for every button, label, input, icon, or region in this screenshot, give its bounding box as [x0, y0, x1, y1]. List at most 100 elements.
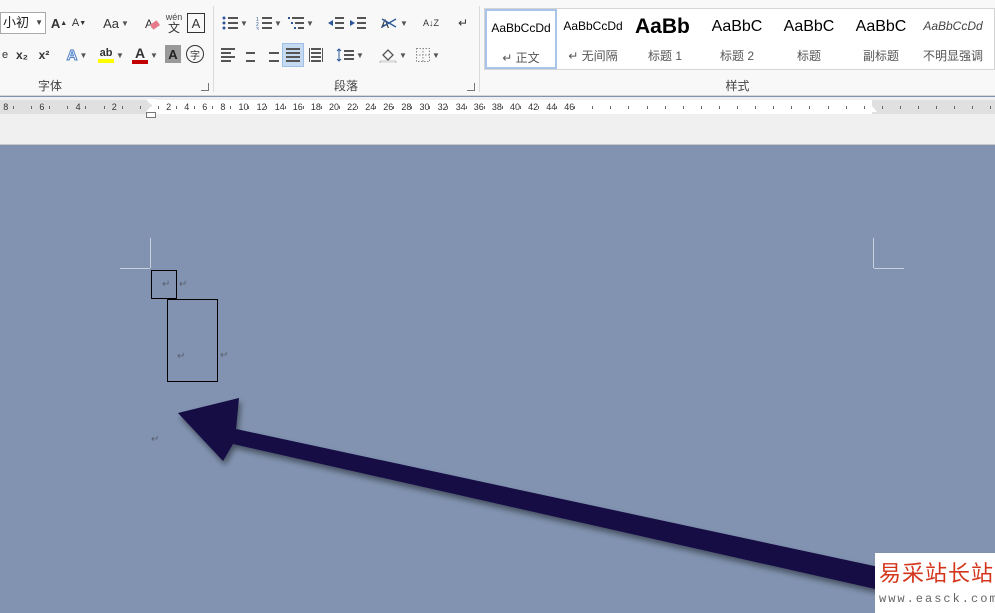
font-size-combobox[interactable]: 小初 ▼	[0, 12, 46, 34]
ruler-number: 6	[202, 102, 208, 112]
ruler-tick	[321, 106, 322, 109]
font-color-letter: A	[134, 45, 146, 61]
horizontal-ruler[interactable]: 8 6 4 2 2 4 6 8 10 12 14 16 18 20 22 24 26 28 30 32 34 36 38 40…	[0, 97, 995, 145]
align-left-button[interactable]	[218, 44, 238, 66]
paint-bucket-icon	[379, 49, 397, 63]
highlighter-icon: ab	[98, 47, 115, 63]
enclose-characters-icon: 字	[190, 50, 200, 62]
ruler-number: 18	[310, 102, 321, 112]
subscript-button[interactable]: x₂	[12, 44, 32, 66]
ruler-tick	[303, 106, 304, 109]
ruler-number: 4	[184, 102, 190, 112]
strikethrough-button[interactable]: e	[0, 44, 10, 66]
character-border-button[interactable]: A	[187, 13, 205, 33]
superscript-button[interactable]: x²	[34, 44, 54, 66]
grow-font-button[interactable]: A ▲	[50, 12, 68, 34]
ruler-tick	[31, 106, 32, 109]
ruler-tick	[864, 106, 865, 109]
left-indent-marker[interactable]	[146, 112, 156, 118]
ruler-number: 16	[292, 102, 303, 112]
font-group: 小初 ▼ A ▲ A ▼ Aa ▼ A wén 文 A e x₂ x² A ▼ …	[0, 0, 212, 96]
phonetic-guide-button[interactable]: wén 文	[164, 10, 184, 36]
right-indent-marker[interactable]	[867, 106, 877, 112]
align-right-button[interactable]	[262, 44, 282, 66]
ruler-tick	[846, 106, 847, 109]
line-spacing-icon	[336, 48, 355, 62]
ruler-tick	[647, 106, 648, 109]
ruler-number: 14	[274, 102, 285, 112]
align-right-icon	[265, 48, 279, 62]
justify-button[interactable]	[282, 43, 304, 67]
distributed-button[interactable]	[306, 44, 326, 66]
line-spacing-button[interactable]: ▼	[334, 44, 366, 66]
svg-text:3: 3	[256, 27, 259, 30]
decrease-indent-icon	[328, 17, 344, 29]
ruler-tick	[610, 106, 611, 109]
ruler-tick	[954, 106, 955, 109]
clear-formatting-button[interactable]: A	[142, 12, 162, 34]
numbering-button[interactable]: 1 2 3 ▼	[254, 12, 284, 34]
ruler-tick	[285, 106, 286, 109]
ruler-number: 22	[347, 102, 358, 112]
ruler-tick	[122, 106, 123, 109]
ruler-tick	[230, 106, 231, 109]
strikethrough-icon: e	[1, 49, 9, 61]
ruler-number: 24	[365, 102, 376, 112]
bullet-list-icon	[222, 16, 239, 30]
shading-button[interactable]: ▼	[376, 44, 410, 66]
ruler-tick	[502, 106, 503, 109]
ruler-tick	[194, 106, 195, 109]
ruler-number: 38	[491, 102, 502, 112]
paragraph-dialog-launcher[interactable]	[467, 83, 475, 91]
bullets-button[interactable]: ▼	[220, 12, 250, 34]
ruler-tick	[484, 106, 485, 109]
chinese-layout-button[interactable]: A ▼	[378, 12, 410, 34]
ruler-tick	[574, 106, 575, 109]
ruler-tick	[683, 106, 684, 109]
ruler-number: 6	[39, 102, 45, 112]
ruler-tick	[809, 106, 810, 109]
ruler-number: 42	[528, 102, 539, 112]
ruler-number: 8	[3, 102, 9, 112]
multilevel-list-button[interactable]: ▼	[286, 12, 316, 34]
ruler-tick	[158, 106, 159, 109]
ruler-tick	[900, 106, 901, 109]
paragraph-group: ▼ 1 2 3 ▼ ▼ A ▼ A↓Z ↵ ▼ ▼ ▼ 段落	[214, 0, 478, 96]
shrink-font-button[interactable]: A ▼	[70, 12, 88, 34]
text-effects-button[interactable]: A ▼	[62, 44, 92, 66]
numbered-list-icon: 123	[256, 17, 273, 30]
ruler-tick	[176, 106, 177, 109]
ruler-number: 40	[510, 102, 521, 112]
ruler-tick	[429, 106, 430, 109]
ruler-tick	[212, 106, 213, 109]
increase-indent-button[interactable]	[348, 12, 368, 34]
shrink-font-icon: A	[71, 17, 80, 29]
grow-font-icon: A	[50, 15, 61, 31]
document-canvas[interactable]: ↵ ↵ ↵ ↵ ↵	[0, 146, 995, 613]
enclose-characters-button[interactable]: 字	[186, 45, 204, 63]
font-group-label: 字体	[37, 79, 62, 93]
align-center-button[interactable]	[240, 44, 260, 66]
show-hide-marks-button[interactable]: ↵	[454, 12, 472, 34]
change-case-button[interactable]: Aa ▼	[100, 12, 132, 34]
ruler-tick	[49, 106, 50, 109]
ruler-tick	[266, 106, 267, 109]
character-shading-button[interactable]: A	[165, 45, 181, 63]
ruler-tick	[393, 106, 394, 109]
font-color-icon: A	[132, 45, 149, 64]
ruler-number: 30	[419, 102, 430, 112]
ruler-tick	[520, 106, 521, 109]
first-line-indent-marker[interactable]	[146, 99, 156, 105]
annotation-arrow	[178, 398, 995, 613]
sort-button[interactable]: A↓Z	[420, 10, 442, 36]
ruler-tick	[990, 106, 991, 109]
ruler-tick	[592, 106, 593, 109]
highlight-color-button[interactable]: ab ▼	[95, 44, 127, 66]
ruler-tick	[882, 106, 883, 109]
decrease-indent-button[interactable]	[326, 12, 346, 34]
font-color-button[interactable]: A ▼	[130, 44, 160, 66]
watermark-url: www.easck.com	[879, 592, 995, 606]
font-dialog-launcher[interactable]	[201, 83, 209, 91]
ruler-number: 8	[220, 102, 226, 112]
borders-button[interactable]: ▼	[412, 44, 444, 66]
